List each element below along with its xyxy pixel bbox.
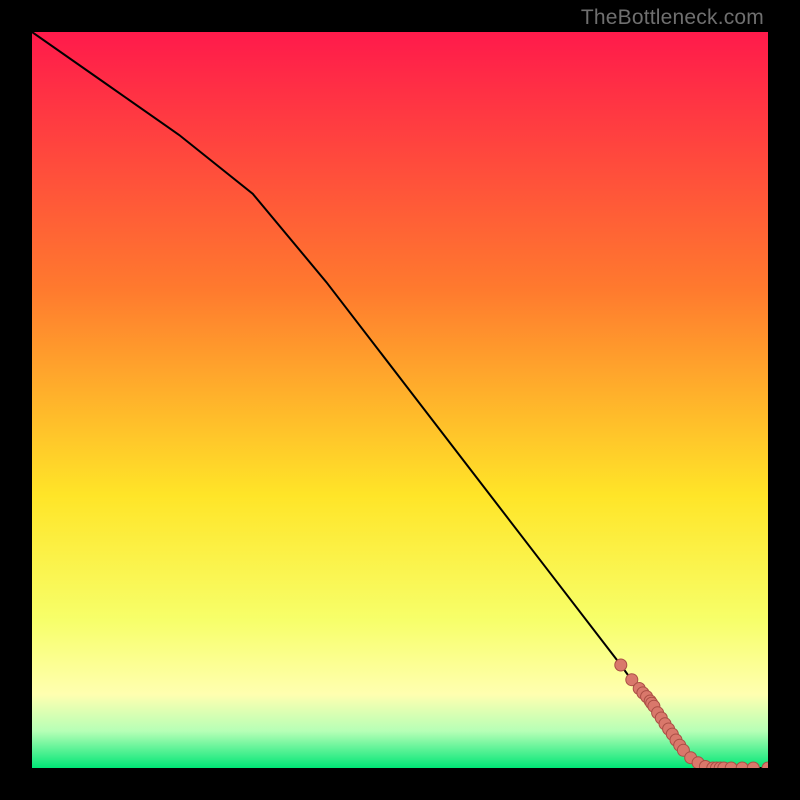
data-marker	[615, 659, 627, 671]
gradient-background	[32, 32, 768, 768]
watermark-text: TheBottleneck.com	[581, 6, 764, 30]
chart-frame	[32, 32, 768, 768]
chart-svg	[32, 32, 768, 768]
